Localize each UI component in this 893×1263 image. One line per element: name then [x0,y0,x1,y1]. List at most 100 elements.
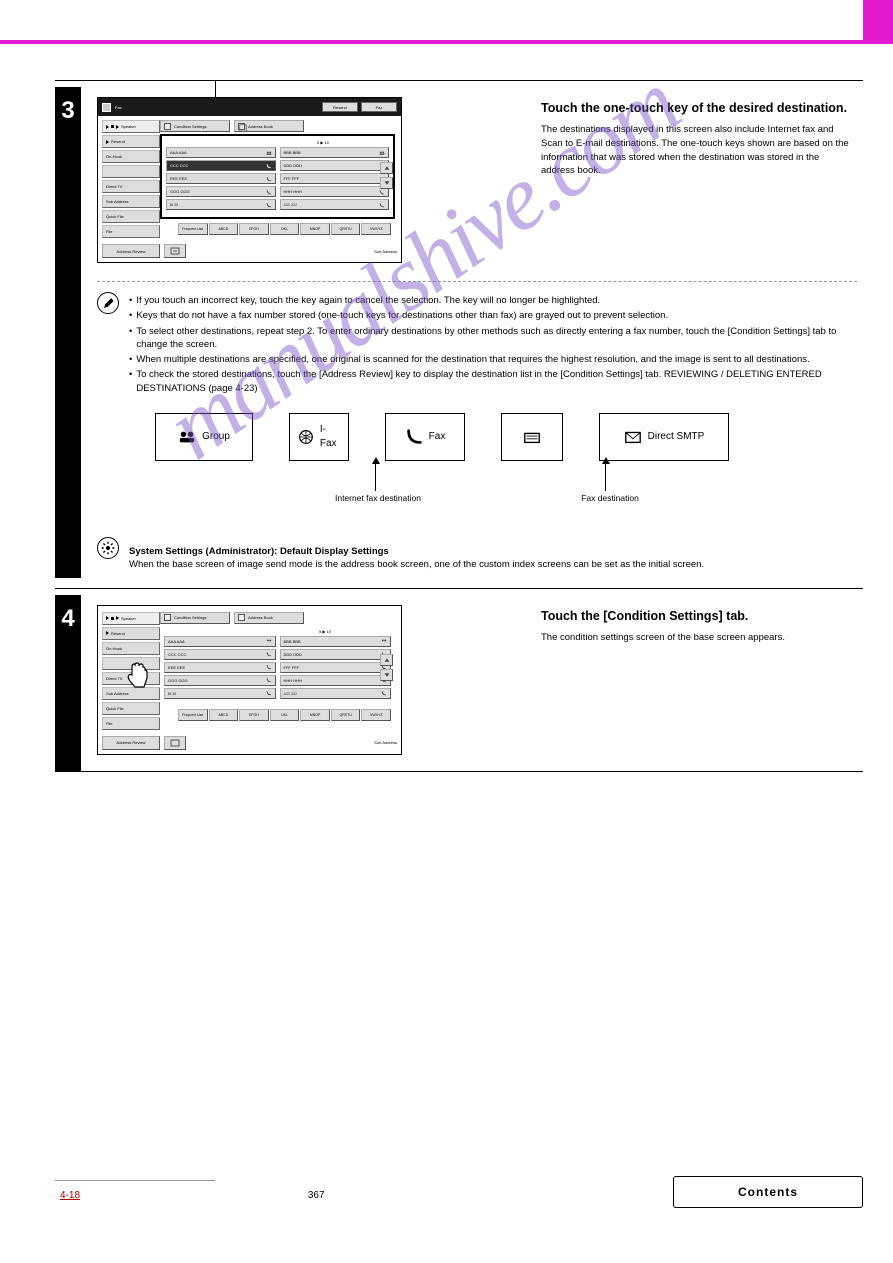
sort-button[interactable] [164,244,186,258]
tab-address-book[interactable]: Address Book [234,120,304,132]
sidebar-item[interactable]: Speaker [102,120,160,133]
one-touch-key[interactable]: DDD DDD [280,160,390,171]
one-touch-key[interactable]: BBB BBB [280,147,390,158]
index-tabs: Frequent Use ABCD EFGH IJKL MNOP QRSTU V… [178,223,391,235]
sort-label: Sort Address [374,740,397,745]
scroll-down-button[interactable] [380,669,393,681]
one-touch-key[interactable]: JJJ JJJ [280,199,390,210]
sidebar-item[interactable]: On-Hook [102,642,160,655]
legend-label: Direct SMTP [648,430,705,444]
tab-condition-settings[interactable]: Condition Settings [160,612,230,624]
fax-header-button[interactable]: Fax [361,102,397,112]
panel-mode-title: Fax [115,105,227,110]
scroll-down-button[interactable] [380,177,393,189]
sidebar-item[interactable]: Sub Address [102,195,160,208]
sidebar-item[interactable]: Quick File [102,210,160,223]
one-touch-key[interactable]: CCC CCC [164,649,276,660]
fax-icon [266,690,272,696]
one-touch-key[interactable]: GGG GGG [164,675,276,686]
index-tab[interactable]: EFGH [239,223,269,235]
legend-label: I-Fax [320,423,340,451]
legend-ifax-box: I-Fax [289,413,349,461]
one-touch-key[interactable]: AAA AAA [164,636,276,647]
document-icon [102,103,111,112]
index-tab[interactable]: IJKL [270,223,300,235]
bullet-icon [129,368,132,381]
sidebar-item[interactable] [102,165,160,178]
fax-icon [405,428,423,446]
fax-icon [266,664,272,670]
fax-icon [379,189,385,195]
scroll-up-button[interactable] [380,654,393,666]
sidebar-item[interactable]: Speaker [102,612,160,625]
sidebar-item[interactable]: File [102,225,160,238]
index-tab[interactable]: MNOP [300,709,330,721]
note-text: Keys that do not have a fax number store… [136,309,668,322]
sidebar-item[interactable]: File [102,717,160,730]
one-touch-key[interactable]: FFF FFF [280,662,392,673]
step-description: Touch the one-touch key of the desired d… [541,99,853,178]
one-touch-key[interactable]: HHH HHH [280,186,390,197]
resend-header-button[interactable]: Resend [322,102,358,112]
tab-condition-settings[interactable]: Condition Settings [160,120,230,132]
scroll-up-button[interactable] [380,162,393,174]
one-touch-key[interactable]: GGG GGG [166,186,276,197]
sidebar-item[interactable]: On-Hook [102,150,160,163]
sidebar-item[interactable]: Quick File [102,702,160,715]
page-corner-accent [863,0,893,40]
index-tab[interactable]: Frequent Use [178,709,208,721]
index-tabs: Frequent Use ABCD EFGH IJKL MNOP QRSTU V… [178,709,391,721]
step-3: 3 Fax Resend Fax Speaker Resend [55,87,863,578]
index-tab[interactable]: EFGH [239,709,269,721]
index-tab[interactable]: VWXYZ [361,709,391,721]
section-divider [55,80,863,81]
fax-icon [266,651,272,657]
footer-chapter[interactable]: 4-18 [60,1190,80,1201]
index-tab[interactable]: ABCD [209,709,239,721]
page-range: 5 ▶ 10 [164,629,391,634]
settings-tab-icon [164,614,171,621]
address-review-button[interactable]: Address Review [102,736,160,750]
index-tab[interactable]: ABCD [209,223,239,235]
sort-button[interactable] [164,736,186,750]
one-touch-key[interactable]: EEE EEE [166,173,276,184]
one-touch-key[interactable]: FFF FFF [280,173,390,184]
index-tab[interactable]: QRSTU [331,223,361,235]
one-touch-key[interactable]: III III [164,688,276,699]
mail-icon [624,428,642,446]
system-settings-block: System Settings (Administrator): Default… [97,537,857,572]
note-block: If you touch an incorrect key, touch the… [97,292,857,519]
bullet-icon [129,353,132,366]
one-touch-key[interactable]: AAA AAA [166,147,276,158]
address-review-button[interactable]: Address Review [102,244,160,258]
contents-button[interactable]: Contents [673,1176,863,1208]
one-touch-key[interactable]: DDD DDD [280,649,392,660]
one-touch-key[interactable]: EEE EEE [164,662,276,673]
one-touch-key[interactable]: CCC CCC [166,160,276,171]
index-tab[interactable]: QRSTU [331,709,361,721]
sidebar-item[interactable]: Direct TX [102,180,160,193]
one-touch-key[interactable]: JJJ JJJ [280,688,392,699]
fax-icon [266,176,272,182]
fax-icon [266,202,272,208]
dashed-divider [97,281,857,282]
index-tab[interactable]: IJKL [270,709,300,721]
group-icon [266,150,272,156]
scanner-icon [523,428,541,446]
index-tab[interactable]: MNOP [300,223,330,235]
bullet-icon [129,294,132,307]
index-tab[interactable]: VWXYZ [361,223,391,235]
scroll-column [380,162,393,189]
one-touch-key[interactable]: BBB BBB [280,636,392,647]
fax-icon [379,202,385,208]
one-touch-key[interactable]: HHH HHH [280,675,392,686]
step-4: 4 Speaker Resend On-Hook Direct TX Sub A… [55,595,863,771]
fax-icon [266,163,272,169]
legend-callout-text: Internet fax destination [323,493,433,505]
tab-address-book[interactable]: Address Book [234,612,304,624]
section-divider [55,771,863,772]
sidebar-item[interactable]: Resend [102,135,160,148]
index-tab[interactable]: Frequent Use [178,223,208,235]
one-touch-key[interactable]: III III [166,199,276,210]
sidebar-item[interactable]: Resend [102,627,160,640]
